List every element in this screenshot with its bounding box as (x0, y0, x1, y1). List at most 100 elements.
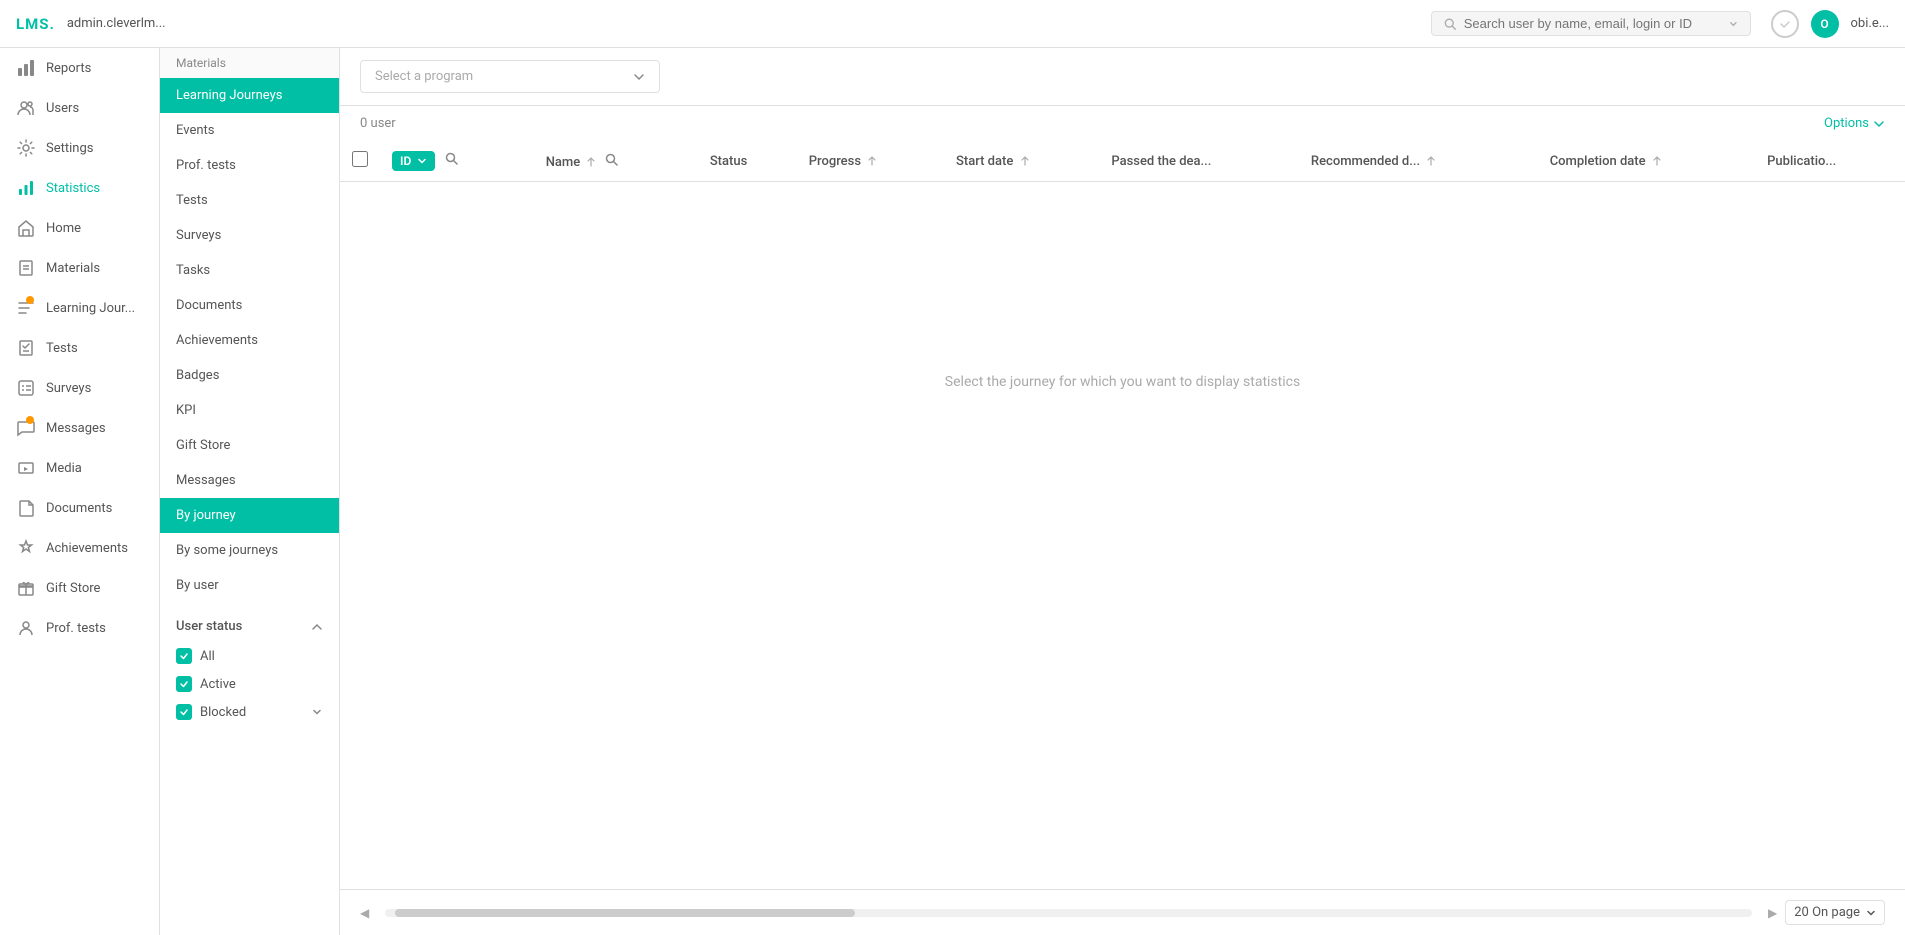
documents-icon (16, 498, 36, 518)
scroll-left-arrow[interactable]: ◀ (360, 906, 369, 920)
search-input[interactable] (1464, 16, 1721, 31)
rec-date-sort-icon[interactable] (1427, 156, 1435, 166)
bottom-bar: ◀ ▶ 20 On page (340, 889, 1905, 935)
sidebar-item-tests[interactable]: Tests (0, 328, 159, 368)
media-icon (16, 458, 36, 478)
program-select-placeholder: Select a program (375, 69, 473, 84)
user-count-bar: 0 user Options (340, 106, 1905, 141)
sidebar-item-documents[interactable]: Documents (0, 488, 159, 528)
sidebar-item-statistics[interactable]: Statistics (0, 168, 159, 208)
empty-state-message: Select the journey for which you want to… (945, 374, 1300, 390)
options-label: Options (1824, 116, 1869, 131)
scroll-thumb (395, 909, 855, 917)
name-sort-icon[interactable] (587, 157, 595, 167)
stats-icon (16, 178, 36, 198)
comp-date-sort-icon[interactable] (1653, 156, 1661, 166)
sidebar-item-prof-tests[interactable]: Prof. tests (0, 608, 159, 648)
id-search-icon[interactable] (439, 152, 464, 171)
by-journey-button[interactable]: By journey (160, 498, 339, 533)
start-date-sort-icon[interactable] (1021, 156, 1029, 166)
checkbox-all[interactable]: All (160, 642, 339, 670)
col-publication: Publicatio... (1755, 141, 1905, 182)
checkbox-active-label: Active (200, 677, 236, 692)
checkbox-all-label: All (200, 649, 215, 664)
name-search-icon[interactable] (599, 153, 624, 172)
sub-sidebar-item-prof-tests[interactable]: Prof. tests (160, 148, 339, 183)
sidebar-item-label: Reports (46, 61, 91, 76)
select-chevron-down-icon (633, 71, 645, 83)
program-select[interactable]: Select a program (360, 60, 660, 93)
sidebar-item-users[interactable]: Users (0, 88, 159, 128)
sub-sidebar-item-events[interactable]: Events (160, 113, 339, 148)
user-status-header[interactable]: User status (160, 611, 339, 642)
sub-sidebar-item-tests[interactable]: Tests (160, 183, 339, 218)
chevron-down-icon (1729, 19, 1738, 29)
sidebar-item-label: Users (46, 101, 79, 116)
left-sidebar: Reports Users Settings (0, 48, 160, 935)
options-button[interactable]: Options (1824, 116, 1885, 131)
home-icon (16, 218, 36, 238)
checkbox-all-box (176, 648, 192, 664)
sub-sidebar-item-kpi[interactable]: KPI (160, 393, 339, 428)
col-passed-deadline-label: Passed the dea... (1111, 154, 1211, 169)
chevron-down-more-icon (311, 706, 323, 718)
header-search[interactable] (1431, 11, 1751, 36)
sidebar-item-label: Statistics (46, 181, 100, 196)
check-circle[interactable] (1771, 10, 1799, 38)
col-status: Status (698, 141, 797, 182)
avatar[interactable]: O (1811, 10, 1839, 38)
sidebar-item-learning-journeys[interactable]: Learning Jour... (0, 288, 159, 328)
sub-sidebar-item-documents[interactable]: Documents (160, 288, 339, 323)
checkbox-active[interactable]: Active (160, 670, 339, 698)
col-progress: Progress (797, 141, 944, 182)
sub-sidebar-item-surveys[interactable]: Surveys (160, 218, 339, 253)
per-page-chevron-icon (1866, 908, 1876, 918)
settings-icon (16, 138, 36, 158)
checkbox-blocked-label: Blocked (200, 705, 246, 720)
sub-sidebar-item-learning-journeys[interactable]: Learning Journeys (160, 78, 339, 113)
sidebar-item-gift-store[interactable]: Gift Store (0, 568, 159, 608)
sidebar-item-label: Messages (46, 421, 106, 436)
col-name-label: Name (546, 155, 581, 170)
notification-badge (26, 296, 34, 304)
sidebar-item-materials[interactable]: Materials (0, 248, 159, 288)
sub-sidebar-item-badges[interactable]: Badges (160, 358, 339, 393)
sub-sidebar-item-achievements[interactable]: Achievements (160, 323, 339, 358)
id-chevron-icon (417, 156, 427, 166)
admin-label: admin.cleverlm... (67, 16, 166, 31)
sub-sidebar-item-tasks[interactable]: Tasks (160, 253, 339, 288)
by-user-button[interactable]: By user (160, 568, 339, 603)
col-name: Name (534, 141, 698, 182)
search-icon (1444, 17, 1456, 31)
sidebar-item-settings[interactable]: Settings (0, 128, 159, 168)
options-chevron-icon (1873, 118, 1885, 130)
col-status-label: Status (710, 154, 747, 169)
sub-sidebar-item-gift-store[interactable]: Gift Store (160, 428, 339, 463)
sidebar-item-label: Materials (46, 261, 100, 276)
user-name: obi.e... (1851, 16, 1889, 31)
gift-icon (16, 578, 36, 598)
col-id: ID (380, 141, 534, 182)
sidebar-item-media[interactable]: Media (0, 448, 159, 488)
col-progress-label: Progress (809, 154, 861, 169)
select-all-checkbox[interactable] (352, 151, 368, 167)
per-page-select[interactable]: 20 On page (1785, 900, 1885, 925)
empty-state: Select the journey for which you want to… (340, 182, 1905, 582)
id-badge[interactable]: ID (392, 151, 435, 171)
main-content: Select a program 0 user Options (340, 48, 1905, 935)
sidebar-item-surveys[interactable]: Surveys (0, 368, 159, 408)
scroll-right-arrow[interactable]: ▶ (1768, 906, 1777, 920)
id-label: ID (400, 154, 411, 168)
progress-sort-icon[interactable] (868, 156, 876, 166)
sidebar-item-messages[interactable]: Messages (0, 408, 159, 448)
user-status-label: User status (176, 619, 242, 634)
top-header: LMS. admin.cleverlm... O obi.e... (0, 0, 1905, 48)
achievements-icon (16, 538, 36, 558)
checkbox-blocked[interactable]: Blocked (160, 698, 339, 726)
sidebar-item-achievements[interactable]: Achievements (0, 528, 159, 568)
sub-sidebar-header: Materials (160, 48, 339, 78)
sidebar-item-reports[interactable]: Reports (0, 48, 159, 88)
by-some-journeys-button[interactable]: By some journeys (160, 533, 339, 568)
sub-sidebar-item-messages[interactable]: Messages (160, 463, 339, 498)
sidebar-item-home[interactable]: Home (0, 208, 159, 248)
